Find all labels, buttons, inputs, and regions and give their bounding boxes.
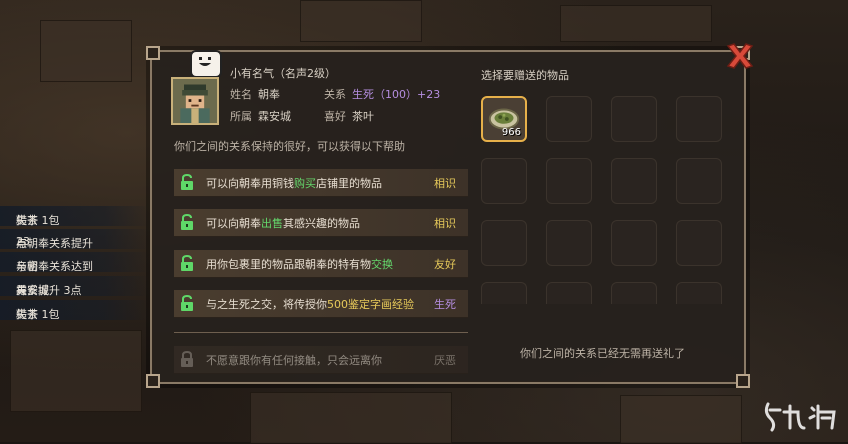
section-divider xyxy=(174,332,468,333)
lock-icon xyxy=(181,351,193,367)
likes-label: 喜好 xyxy=(324,110,346,123)
panel-corner xyxy=(146,46,160,60)
background-tile xyxy=(250,392,452,444)
benefit-description: 与之生死之交，将传授你500鉴定字画经验 xyxy=(206,298,414,311)
gift-slot[interactable] xyxy=(676,158,722,204)
benefit-row-buy[interactable]: 可以向朝奉用铜钱购买店铺里的物品 相识 xyxy=(174,169,468,197)
gift-section-title: 选择要赠送的物品 xyxy=(481,69,569,82)
benefit-required-level: 友好 xyxy=(434,258,456,271)
gift-slot[interactable] xyxy=(481,158,527,204)
happy-face-icon xyxy=(199,57,211,66)
gift-slot[interactable] xyxy=(546,220,592,266)
faction-label: 所属 xyxy=(230,110,252,123)
relation-value: 生死（100）+23 xyxy=(352,88,441,101)
panel-corner xyxy=(736,374,750,388)
log-entry: 与朝奉关系提升 23 点 xyxy=(0,229,150,250)
gift-slot[interactable] xyxy=(481,220,527,266)
npc-likes: 茶叶 xyxy=(352,110,374,123)
site-logo-watermark xyxy=(764,402,836,432)
log-entry: 失去 1包 糙茶 xyxy=(0,300,150,321)
gift-slot[interactable] xyxy=(611,282,657,304)
npc-faction: 霖安城 xyxy=(258,110,291,123)
background-tile xyxy=(300,0,422,42)
benefit-description: 用你包裹里的物品跟朝奉的特有物交换 xyxy=(206,258,393,271)
unlocked-icon xyxy=(181,295,193,311)
gift-slot[interactable] xyxy=(481,282,527,304)
close-icon[interactable] xyxy=(724,40,756,72)
gift-slot[interactable] xyxy=(611,158,657,204)
log-entry: 失去 1包 糙茶 xyxy=(0,206,150,227)
benefit-required-level: 相识 xyxy=(434,177,456,190)
benefit-row-teach[interactable]: 与之生死之交，将传授你500鉴定字画经验 生死 xyxy=(174,290,468,318)
gift-slot[interactable] xyxy=(676,220,722,266)
background-tile xyxy=(560,5,712,42)
benefit-required-level: 相识 xyxy=(434,217,456,230)
benefit-required-level: 厌恶 xyxy=(434,354,456,367)
gift-slot[interactable] xyxy=(611,96,657,142)
unlocked-icon xyxy=(181,174,193,190)
gift-slot[interactable] xyxy=(676,282,722,304)
log-entry: 与朝奉关系达到 亲密 xyxy=(0,252,150,273)
log-entry: 与霖安城 关系提升 3点 xyxy=(0,276,150,297)
benefit-required-level: 生死 xyxy=(434,298,456,311)
unlocked-icon xyxy=(181,255,193,271)
name-label: 姓名 xyxy=(230,88,252,101)
npc-name: 朝奉 xyxy=(258,88,280,101)
relation-label: 关系 xyxy=(324,88,346,101)
panel-corner xyxy=(146,374,160,388)
gift-slot[interactable] xyxy=(611,220,657,266)
npc-fame-title: 小有名气（名声2级） xyxy=(230,67,336,80)
gift-slot[interactable] xyxy=(676,96,722,142)
benefit-row-hostile: 不愿意跟你有任何接触，只会远离你 厌恶 xyxy=(174,346,468,374)
gift-status-message: 你们之间的关系已经无需再送礼了 xyxy=(520,347,685,360)
background-tile xyxy=(620,395,742,444)
benefit-row-exchange[interactable]: 用你包裹里的物品跟朝奉的特有物交换 友好 xyxy=(174,250,468,278)
benefit-description: 可以向朝奉用铜钱购买店铺里的物品 xyxy=(206,177,382,190)
gift-slot[interactable] xyxy=(546,158,592,204)
benefit-row-sell[interactable]: 可以向朝奉出售其感兴趣的物品 相识 xyxy=(174,209,468,237)
relationship-summary: 你们之间的关系保持的很好，可以获得以下帮助 xyxy=(174,140,405,153)
item-count: 966 xyxy=(501,127,521,138)
emotion-bubble xyxy=(190,50,222,78)
gift-slot[interactable] xyxy=(546,282,592,304)
npc-portrait xyxy=(171,77,219,125)
unlocked-icon xyxy=(181,214,193,230)
background-tile xyxy=(40,20,132,82)
background-tile xyxy=(10,330,142,412)
gift-slot-tea[interactable]: 966 xyxy=(481,96,527,142)
benefit-description: 不愿意跟你有任何接触，只会远离你 xyxy=(206,354,382,367)
benefit-description: 可以向朝奉出售其感兴趣的物品 xyxy=(206,217,360,230)
gift-slot[interactable] xyxy=(546,96,592,142)
